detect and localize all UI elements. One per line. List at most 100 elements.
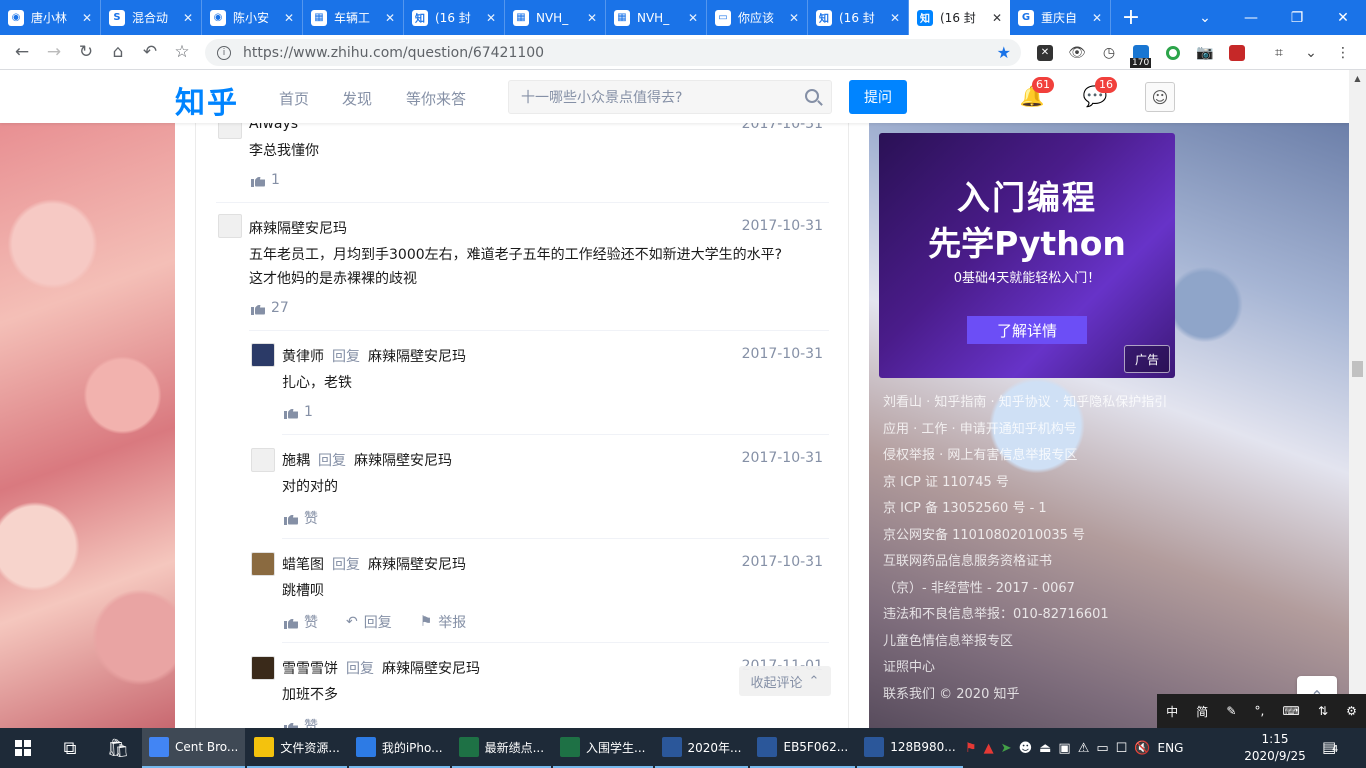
avatar[interactable] [251,343,275,367]
tab-close-icon[interactable]: ✕ [587,11,597,25]
taskbar-app[interactable]: 文件资源... [247,728,347,768]
action-icon[interactable]: ☐ [1116,741,1128,756]
message-icon[interactable]: 💬 16 [1083,77,1117,108]
browser-tab[interactable]: ▦ NVH_ ✕ [606,0,707,35]
tab-close-icon[interactable]: ✕ [486,11,496,25]
avatar[interactable] [251,656,275,680]
browser-tab[interactable]: ▦ NVH_ ✕ [505,0,606,35]
ime-simplified[interactable]: 简 [1196,703,1208,720]
nav-discover[interactable]: 发现 [342,88,372,109]
like-button[interactable]: 赞 [284,612,318,632]
tab-close-icon[interactable]: ✕ [183,11,193,25]
search-icon[interactable] [805,89,819,103]
tab-close-icon[interactable]: ✕ [1092,11,1102,25]
taskbar-app[interactable]: 2020年... [654,728,749,768]
bookmark-star-filled-icon[interactable]: ★ [997,43,1011,62]
taskbar-app[interactable]: 我的iPho... [348,728,450,768]
forward-arrow-icon[interactable]: → [38,37,70,67]
chevron-down-icon[interactable]: ⌄ [1298,40,1324,66]
ad-banner[interactable]: 入门编程 先学Python 0基础4天就能轻松入门！ 了解详情 [879,133,1175,378]
clock-icon[interactable]: ◷ [1096,40,1122,66]
reply-to-user[interactable]: 麻辣隔壁安尼玛 [368,557,466,573]
extension-x-icon[interactable]: ✕ [1032,40,1058,66]
tray-app-icon[interactable]: ▲ [984,741,994,756]
menu-dots-icon[interactable]: ⋮ [1330,40,1356,66]
footer-link[interactable]: 应用 · 工作 · 申请开通知乎机构号 [883,417,1173,444]
user-avatar[interactable]: ☺ [1145,82,1175,112]
browser-tab[interactable]: ◉ 唐小林 ✕ [0,0,101,35]
footer-link[interactable]: 违法和不良信息举报：010-82716601 [883,602,1173,629]
new-tab-button[interactable]: + [1111,0,1151,35]
taskbar-app[interactable]: 入围学生... [553,728,653,768]
tab-close-icon[interactable]: ✕ [890,11,900,25]
usb-icon[interactable]: ⏏ [1039,741,1051,756]
like-button[interactable]: 1 [284,404,313,420]
scroll-up-arrow-icon[interactable]: ▲ [1349,70,1366,87]
browser-tab[interactable]: S 混合动 ✕ [101,0,202,35]
ime-keyboard-icon[interactable]: ⌨ [1282,704,1299,718]
search-box[interactable]: 十一哪些小众景点值得去? [508,80,832,114]
reply-to-user[interactable]: 麻辣隔壁安尼玛 [354,453,452,469]
task-view-icon[interactable]: ⧉ [46,728,94,768]
close-window-button[interactable]: ✕ [1320,0,1366,35]
report-button[interactable]: ⚑ 举报 [420,612,467,632]
start-button[interactable] [0,728,46,768]
browser-tab[interactable]: 知 (16 封 ✕ [808,0,909,35]
tray-app-icon[interactable]: ⚠ [1078,741,1090,756]
browser-tab[interactable]: ▭ 你应该 ✕ [707,0,808,35]
site-info-icon[interactable]: i [217,45,231,60]
ime-chinese-mode[interactable]: 中 [1166,703,1178,720]
taskbar-app[interactable]: 最新绩点... [451,728,552,768]
ime-pen-icon[interactable]: ✎ [1226,704,1236,718]
avatar[interactable] [218,214,242,238]
avatar[interactable] [251,552,275,576]
comment-author[interactable]: 麻辣隔壁安尼玛 [249,218,347,238]
scrollbar-thumb[interactable] [1352,361,1363,377]
avatar[interactable] [251,448,275,472]
nav-waiting-answers[interactable]: 等你来答 [406,88,466,109]
avatar[interactable] [218,123,242,139]
tray-app-icon[interactable]: ⚑ [965,741,977,756]
ime-punctuation[interactable]: °, [1255,704,1265,718]
like-button[interactable]: 27 [251,300,289,316]
home-icon[interactable]: ⌂ [102,37,134,67]
ad-tag[interactable]: 广告 [1124,345,1170,373]
browser-tab[interactable]: G 重庆自 ✕ [1010,0,1111,35]
undo-icon[interactable]: ↶ [134,37,166,67]
ad-cta-button[interactable]: 了解详情 [967,316,1087,344]
tab-search-icon[interactable]: ⌄ [1182,0,1228,35]
taskbar-app[interactable]: EB5F062... [750,728,856,768]
tab-close-icon[interactable]: ✕ [82,11,92,25]
pdf-icon[interactable] [1224,40,1250,66]
reply-to-user[interactable]: 麻辣隔壁安尼玛 [368,349,466,365]
like-button[interactable]: 1 [251,172,280,188]
tab-close-icon[interactable]: ✕ [992,11,1002,25]
taskbar-app[interactable]: 128B980... [857,728,963,768]
comment-author[interactable]: 雪雪雪饼 [282,661,338,677]
reload-icon[interactable]: ↻ [70,37,102,67]
camera-icon[interactable]: 📷 [1192,40,1218,66]
footer-link[interactable]: 证照中心 [883,655,1173,682]
like-button[interactable]: 赞 [284,508,318,528]
comment-author[interactable]: 蜡笔图 [282,557,324,573]
comment-author[interactable]: 黄律师 [282,349,324,365]
address-bar[interactable]: i https://www.zhihu.com/question/6742110… [205,39,1021,66]
tab-close-icon[interactable]: ✕ [284,11,294,25]
notification-center-icon[interactable]: ▤ 4 [1322,738,1342,758]
reply-button[interactable]: ↶ 回复 [346,612,392,632]
qq-icon[interactable]: ☻ [1019,741,1033,756]
ime-settings-icon[interactable]: ⚙ [1346,704,1357,718]
comment-author[interactable]: 施耦 [282,453,310,469]
crop-icon[interactable]: ⌗ [1266,40,1292,66]
tab-close-icon[interactable]: ✕ [688,11,698,25]
browser-tab[interactable]: 知 (16 封 ✕ [404,0,505,35]
footer-link[interactable]: 京公网安备 11010802010035 号 [883,523,1173,550]
extension-counter-icon[interactable]: 170 [1128,40,1154,68]
back-arrow-icon[interactable]: ← [6,37,38,67]
minimize-button[interactable]: — [1228,0,1274,35]
footer-link[interactable]: 儿童色情信息举报专区 [883,629,1173,656]
green-circle-icon[interactable] [1160,40,1186,66]
bookmark-star-outline-icon[interactable]: ☆ [166,37,198,67]
tray-app-icon[interactable]: ➤ [1001,741,1012,756]
comment-author[interactable]: Always [249,123,298,132]
